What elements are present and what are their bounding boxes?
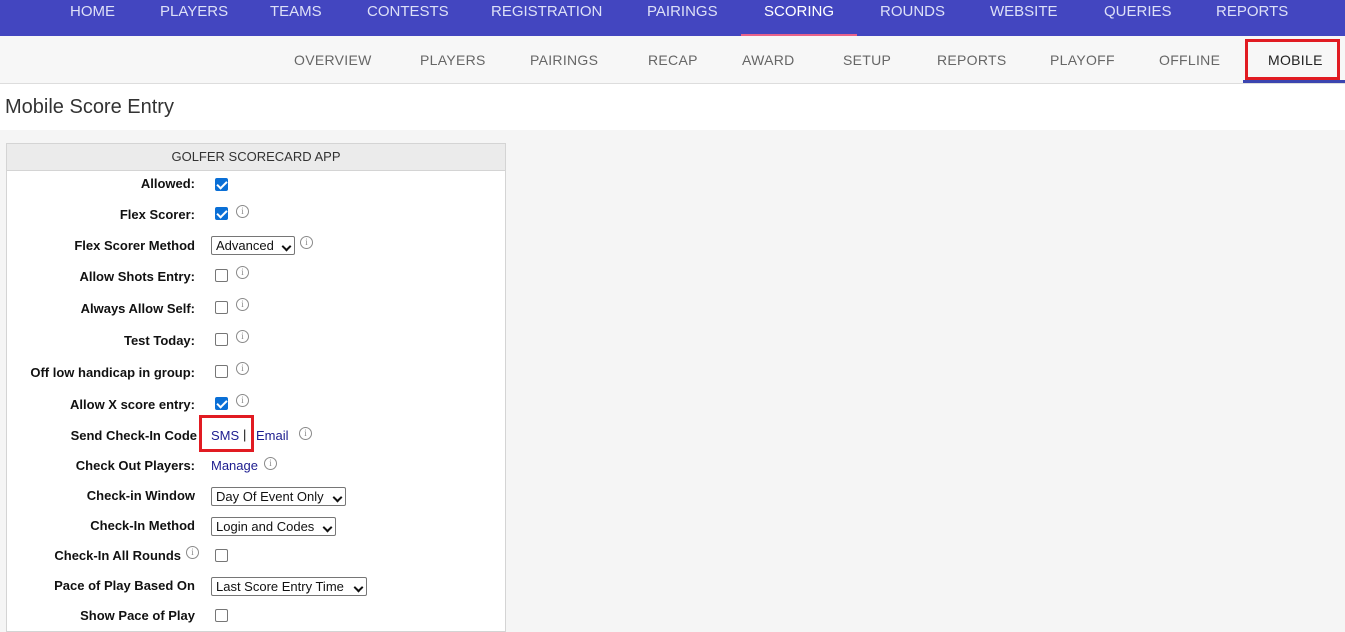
sub-nav-pairings[interactable]: PAIRINGS [530,36,598,84]
sub-nav-setup[interactable]: SETUP [843,36,891,84]
always-allow-self-checkbox[interactable] [215,301,228,314]
allow-x-score-label: Allow X score entry: [70,397,195,412]
check-in-method-value: Login and Codes [216,519,315,534]
top-nav-website[interactable]: WEBSITE [990,0,1058,36]
sub-nav-offline[interactable]: OFFLINE [1159,36,1220,84]
active-tab-indicator [1243,80,1345,83]
top-nav-reports[interactable]: REPORTS [1216,0,1288,36]
test-today-checkbox[interactable] [215,333,228,346]
send-check-in-code-label: Send Check-In Code [70,428,197,443]
sub-nav-recap[interactable]: RECAP [648,36,698,84]
check-in-method-label: Check-In Method [90,518,195,533]
show-pace-of-play-label: Show Pace of Play [80,608,195,623]
pace-of-play-based-on-label: Pace of Play Based On [54,578,195,593]
flex-scorer-method-label: Flex Scorer Method [74,238,195,253]
chevron-down-icon [322,522,333,533]
info-icon[interactable]: i [236,330,249,343]
always-allow-self-label: Always Allow Self: [80,301,195,316]
chevron-down-icon [332,492,343,503]
top-nav-queries[interactable]: QUERIES [1104,0,1172,36]
info-icon[interactable]: i [236,205,249,218]
top-nav-contests[interactable]: CONTESTS [367,0,449,36]
sub-nav: OVERVIEW PLAYERS PAIRINGS RECAP AWARD SE… [0,36,1345,84]
email-link[interactable]: Email [256,428,289,443]
manage-link[interactable]: Manage [211,458,258,473]
info-icon[interactable]: i [236,298,249,311]
info-icon[interactable]: i [186,546,199,559]
flex-scorer-checkbox[interactable] [215,207,228,220]
allowed-label: Allowed: [140,176,195,191]
top-nav-home[interactable]: HOME [70,0,115,36]
check-in-window-value: Day Of Event Only [216,489,324,504]
sub-nav-players[interactable]: PLAYERS [420,36,486,84]
sub-nav-reports[interactable]: REPORTS [937,36,1007,84]
top-nav-players[interactable]: PLAYERS [160,0,228,36]
check-in-window-select[interactable]: Day Of Event Only [211,487,346,506]
check-in-window-label: Check-in Window [86,488,195,503]
chevron-down-icon [281,241,292,252]
allow-x-score-checkbox[interactable] [215,397,228,410]
sub-nav-award[interactable]: AWARD [742,36,795,84]
info-icon[interactable]: i [236,266,249,279]
sub-nav-overview[interactable]: OVERVIEW [294,36,372,84]
sms-highlight [199,415,254,452]
top-nav-rounds[interactable]: ROUNDS [880,0,945,36]
off-low-handicap-checkbox[interactable] [215,365,228,378]
show-pace-of-play-checkbox[interactable] [215,609,228,622]
top-nav-scoring[interactable]: SCORING [741,0,857,36]
top-nav-pairings[interactable]: PAIRINGS [647,0,718,36]
panel-header: GOLFER SCORECARD APP [7,144,505,171]
page-title: Mobile Score Entry [5,96,174,118]
info-icon[interactable]: i [264,457,277,470]
sub-nav-playoff[interactable]: PLAYOFF [1050,36,1115,84]
allow-shots-entry-checkbox[interactable] [215,269,228,282]
check-in-method-select[interactable]: Login and Codes [211,517,336,536]
off-low-handicap-label: Off low handicap in group: [30,365,195,380]
info-icon[interactable]: i [236,394,249,407]
pace-of-play-based-on-select[interactable]: Last Score Entry Time [211,577,367,596]
flex-scorer-label: Flex Scorer: [119,207,195,222]
check-out-players-label: Check Out Players: [75,458,195,473]
info-icon[interactable]: i [236,362,249,375]
allowed-checkbox[interactable] [215,178,228,191]
info-icon[interactable]: i [299,427,312,440]
flex-scorer-method-value: Advanced [216,238,274,253]
flex-scorer-method-select[interactable]: Advanced [211,236,295,255]
pace-of-play-based-on-value: Last Score Entry Time [216,579,344,594]
allow-shots-entry-label: Allow Shots Entry: [79,269,195,284]
check-in-all-rounds-label: Check-In All Rounds [54,548,181,563]
info-icon[interactable]: i [300,236,313,249]
top-nav: HOME PLAYERS TEAMS CONTESTS REGISTRATION… [0,0,1345,36]
mobile-tab-highlight [1245,39,1340,80]
check-in-all-rounds-checkbox[interactable] [215,549,228,562]
test-today-label: Test Today: [123,333,195,348]
top-nav-teams[interactable]: TEAMS [270,0,322,36]
chevron-down-icon [353,582,364,593]
top-nav-registration[interactable]: REGISTRATION [491,0,602,36]
